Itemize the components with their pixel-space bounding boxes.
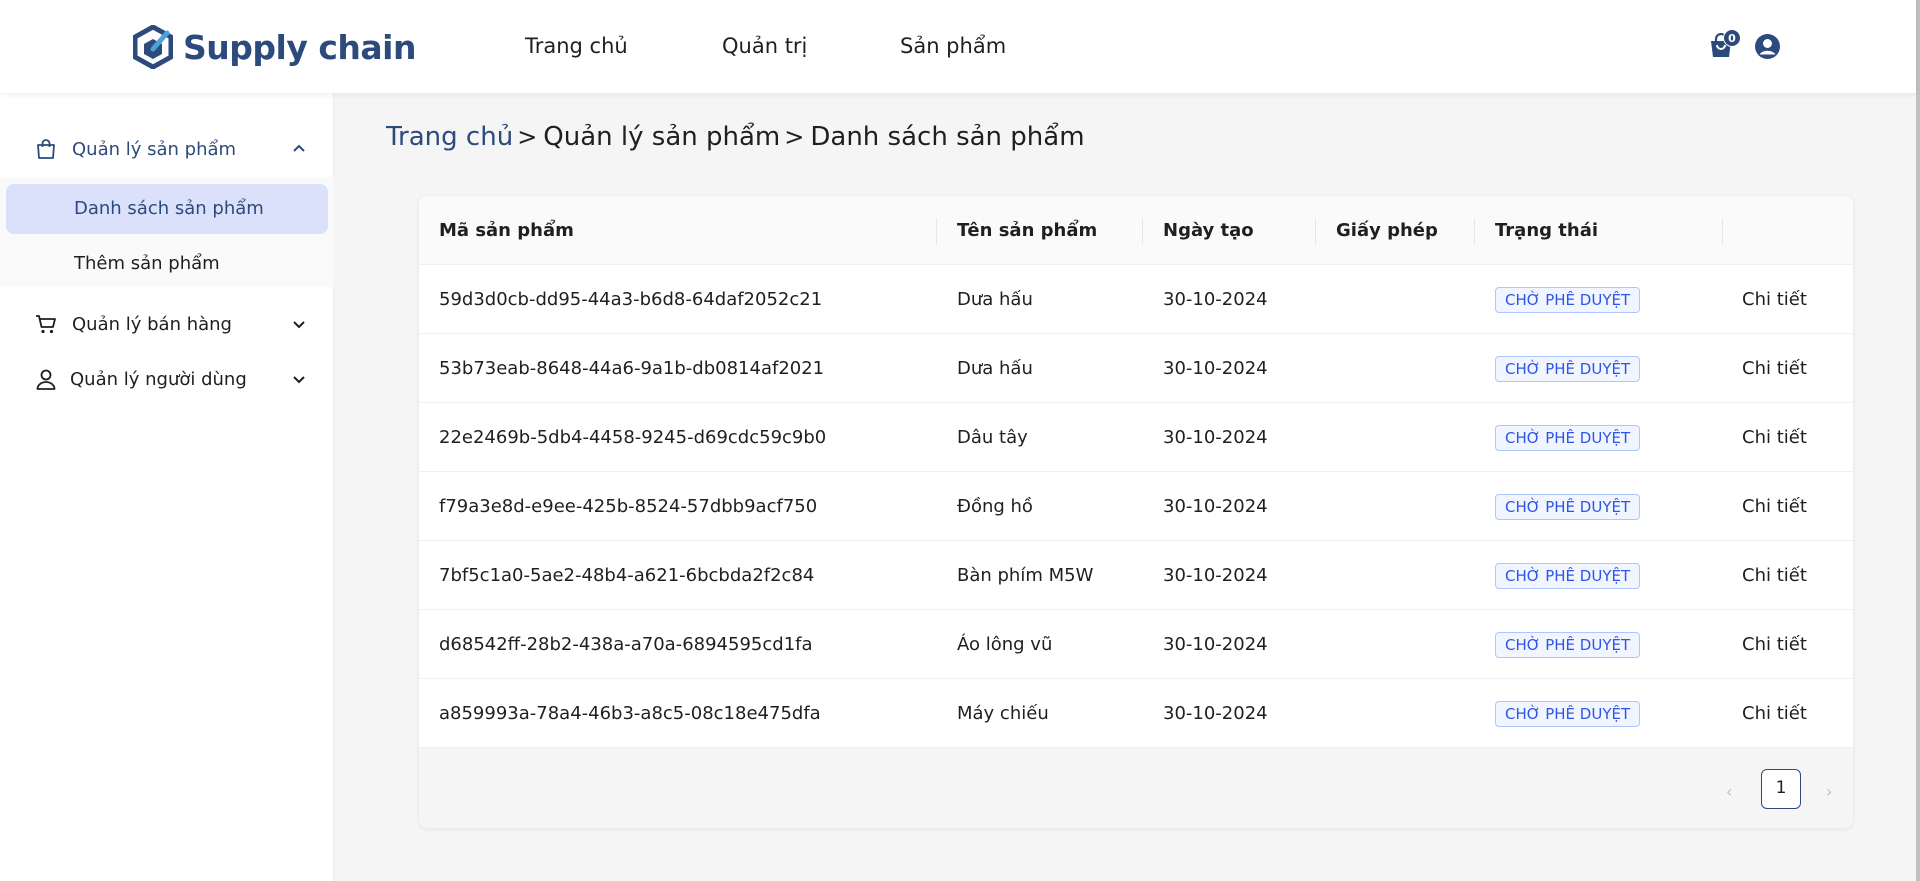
shopping-bag-icon [37, 139, 55, 159]
sidebar-group-sales[interactable]: Quản lý bán hàng [0, 301, 334, 347]
column-divider [1315, 218, 1316, 244]
breadcrumb-item[interactable]: Quản lý sản phẩm [543, 122, 780, 152]
breadcrumb: Trang chủ > Quản lý sản phẩm > Danh sách… [386, 122, 1085, 152]
page-number-button[interactable]: 1 [1761, 769, 1801, 809]
column-header-date: Ngày tạo [1163, 220, 1254, 241]
chevron-down-icon [293, 376, 305, 384]
nav-admin[interactable]: Quản trị [722, 34, 807, 58]
cell-created-date: 30-10-2024 [1163, 703, 1268, 724]
brand-name: Supply chain [183, 27, 416, 67]
pagination: ‹ 1 › [419, 748, 1853, 828]
detail-link[interactable]: Chi tiết [1742, 610, 1807, 679]
status-badge: CHỜ PHÊ DUYỆT [1495, 494, 1641, 520]
detail-link[interactable]: Chi tiết [1742, 403, 1807, 472]
column-header-status: Trạng thái [1495, 220, 1599, 241]
cell-product-name: Dưa hấu [957, 358, 1033, 379]
detail-link[interactable]: Chi tiết [1742, 334, 1807, 403]
column-header-license: Giấy phép [1336, 220, 1438, 241]
table-header: Mã sản phẩm Tên sản phẩm Ngày tạo Giấy p… [419, 196, 1853, 265]
breadcrumb-separator: > [784, 123, 805, 151]
sidebar: Quản lý sản phẩm Danh sách sản phẩm Thêm… [0, 93, 334, 881]
breadcrumb-separator: > [517, 123, 538, 151]
table-row: d68542ff-28b2-438a-a70a-6894595cd1fa Áo l… [419, 610, 1853, 679]
detail-link[interactable]: Chi tiết [1742, 472, 1807, 541]
cube-logo-icon [133, 25, 173, 69]
nav-home[interactable]: Trang chủ [525, 34, 628, 58]
cell-product-id: d68542ff-28b2-438a-a70a-6894595cd1fa [439, 634, 813, 655]
cell-product-name: Đồng hồ [957, 496, 1033, 517]
page-scrollbar[interactable] [1916, 0, 1920, 881]
cell-created-date: 30-10-2024 [1163, 427, 1268, 448]
column-divider [936, 218, 937, 244]
breadcrumb-current: Danh sách sản phẩm [810, 122, 1085, 152]
table-row: a859993a-78a4-46b3-a8c5-08c18e475dfa Máy … [419, 679, 1853, 748]
cell-product-id: a859993a-78a4-46b3-a8c5-08c18e475dfa [439, 703, 821, 724]
detail-link[interactable]: Chi tiết [1742, 265, 1807, 334]
cell-product-id: 53b73eab-8648-44a6-9a1b-db0814af2021 [439, 358, 825, 379]
cell-product-id: 7bf5c1a0-5ae2-48b4-a621-6bcbda2f2c84 [439, 565, 815, 586]
status-badge: CHỜ PHÊ DUYỆT [1495, 356, 1641, 382]
sidebar-group-products[interactable]: Quản lý sản phẩm [0, 126, 334, 172]
cell-product-name: Bàn phím M5W [957, 565, 1094, 586]
cart-icon [36, 315, 56, 334]
cell-product-name: Áo lông vũ [957, 634, 1053, 655]
cart-count-badge: 0 [1723, 29, 1741, 47]
cell-created-date: 30-10-2024 [1163, 289, 1268, 310]
column-divider [1142, 218, 1143, 244]
cell-product-name: Dưa hấu [957, 289, 1033, 310]
sidebar-group-label: Quản lý sản phẩm [72, 138, 237, 160]
table-row: 53b73eab-8648-44a6-9a1b-db0814af2021 Dưa … [419, 334, 1853, 403]
sidebar-item-add-product[interactable]: Thêm sản phẩm [6, 239, 328, 289]
table-row: 7bf5c1a0-5ae2-48b4-a621-6bcbda2f2c84 Bàn … [419, 541, 1853, 610]
chevron-right-icon[interactable]: › [1826, 782, 1832, 801]
cell-created-date: 30-10-2024 [1163, 634, 1268, 655]
sidebar-group-label: Quản lý bán hàng [72, 313, 232, 335]
status-badge: CHỜ PHÊ DUYỆT [1495, 701, 1641, 727]
user-avatar-icon[interactable] [1754, 33, 1781, 60]
product-table-card: Mã sản phẩm Tên sản phẩm Ngày tạo Giấy p… [419, 196, 1853, 828]
column-header-name: Tên sản phẩm [957, 220, 1098, 241]
table-row: 22e2469b-5db4-4458-9245-d69cdc59c9b0 Dâu … [419, 403, 1853, 472]
sidebar-group-users[interactable]: Quản lý người dùng [0, 356, 334, 402]
cell-product-id: 22e2469b-5db4-4458-9245-d69cdc59c9b0 [439, 427, 827, 448]
cell-created-date: 30-10-2024 [1163, 496, 1268, 517]
table-row: 59d3d0cb-dd95-44a3-b6d8-64daf2052c21 Dưa … [419, 265, 1853, 334]
chevron-left-icon[interactable]: ‹ [1726, 782, 1732, 801]
detail-link[interactable]: Chi tiết [1742, 541, 1807, 610]
sidebar-item-product-list[interactable]: Danh sách sản phẩm [6, 184, 328, 234]
cell-product-id: f79a3e8d-e9ee-425b-8524-57dbb9acf750 [439, 496, 818, 517]
sidebar-group-label: Quản lý người dùng [70, 368, 247, 390]
status-badge: CHỜ PHÊ DUYỆT [1495, 563, 1641, 589]
column-divider [1722, 218, 1723, 244]
status-badge: CHỜ PHÊ DUYỆT [1495, 425, 1641, 451]
status-badge: CHỜ PHÊ DUYỆT [1495, 287, 1641, 313]
cell-created-date: 30-10-2024 [1163, 358, 1268, 379]
breadcrumb-home[interactable]: Trang chủ [386, 122, 513, 152]
cell-product-name: Dâu tây [957, 427, 1028, 448]
chevron-up-icon [293, 144, 305, 152]
top-header: Supply chain Trang chủ Quản trị Sản phẩm… [0, 0, 1916, 93]
cell-created-date: 30-10-2024 [1163, 565, 1268, 586]
column-divider [1474, 218, 1475, 244]
brand-logo[interactable]: Supply chain [133, 25, 416, 69]
cell-product-name: Máy chiếu [957, 703, 1049, 724]
status-badge: CHỜ PHÊ DUYỆT [1495, 632, 1641, 658]
user-icon [36, 369, 56, 390]
nav-products[interactable]: Sản phẩm [900, 34, 1006, 58]
table-row: f79a3e8d-e9ee-425b-8524-57dbb9acf750 Đồng… [419, 472, 1853, 541]
chevron-down-icon [293, 321, 305, 329]
cell-product-id: 59d3d0cb-dd95-44a3-b6d8-64daf2052c21 [439, 289, 823, 310]
detail-link[interactable]: Chi tiết [1742, 679, 1807, 748]
column-header-id: Mã sản phẩm [439, 220, 574, 241]
